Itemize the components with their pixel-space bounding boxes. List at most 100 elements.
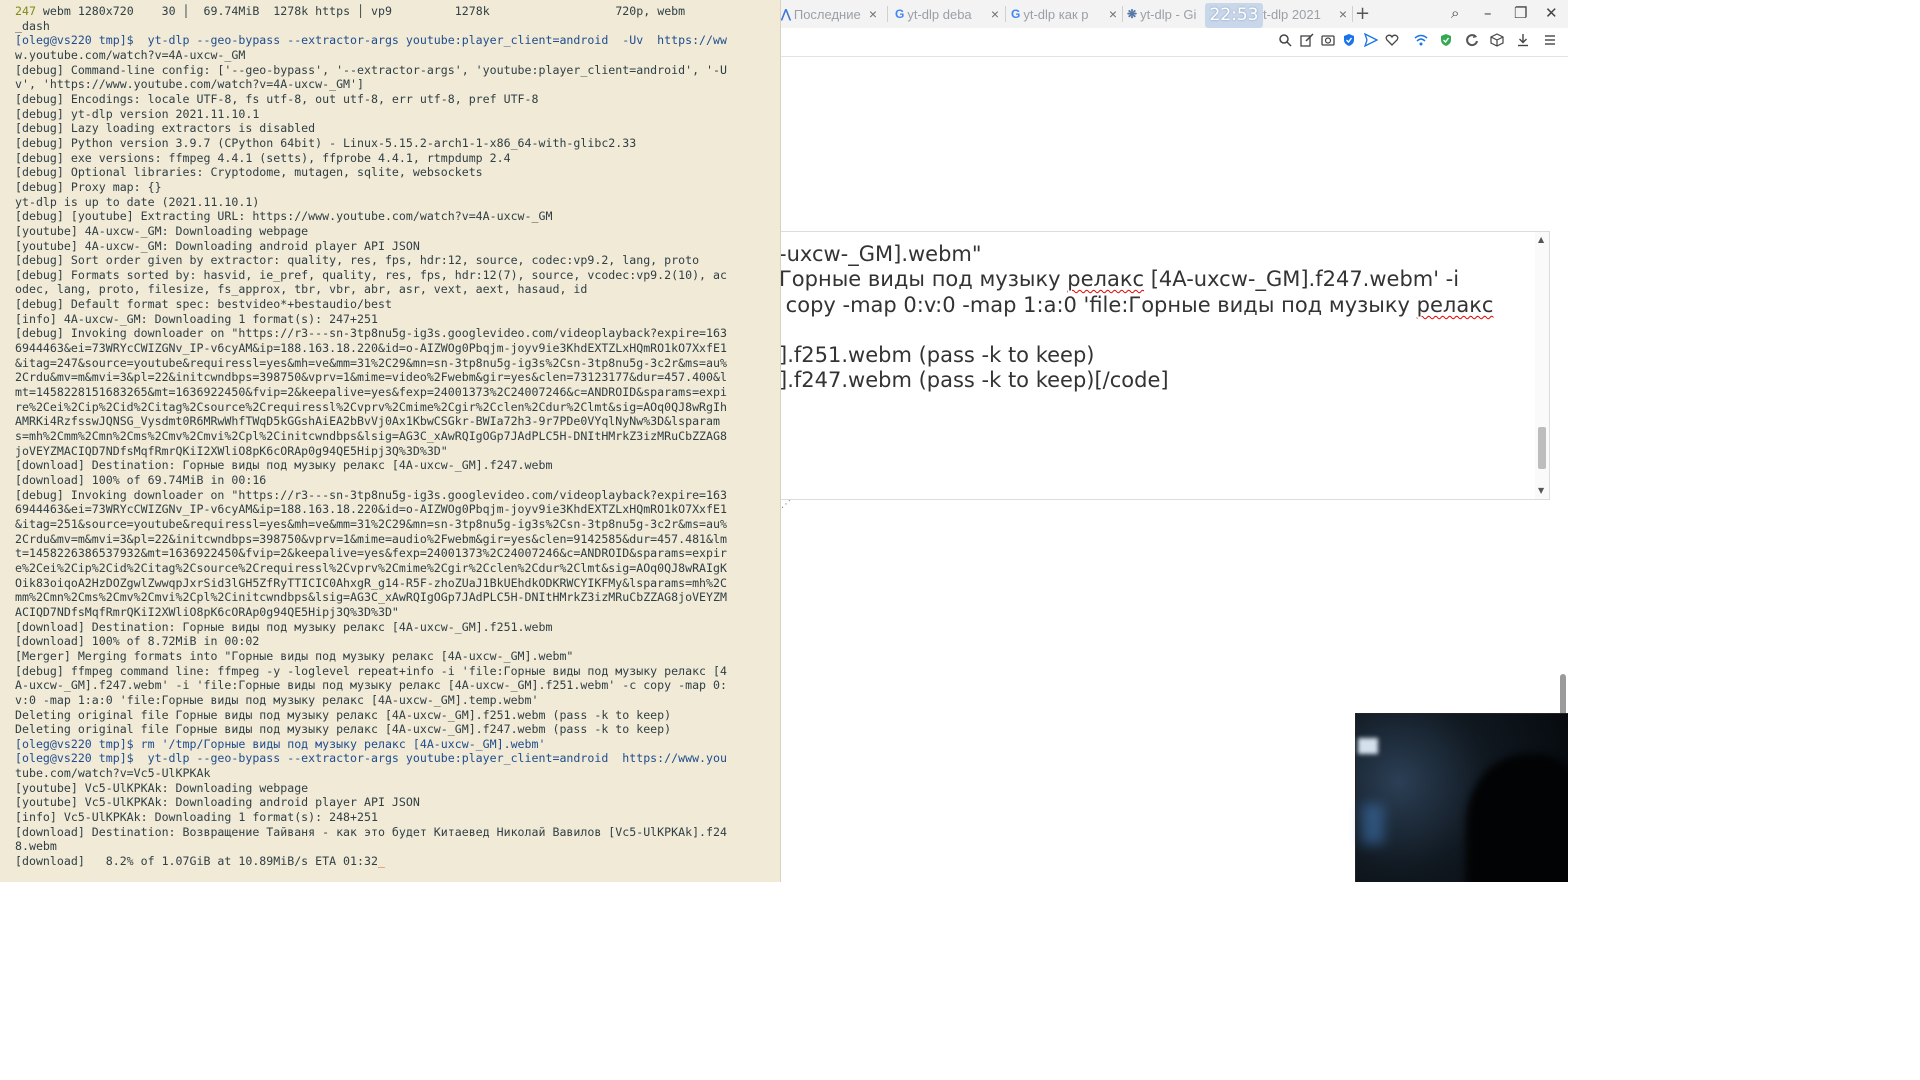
video-preview-window[interactable] [1355, 713, 1568, 882]
terminal-output-line: yt-dlp is up to date (2021.11.10.1) [15, 194, 260, 209]
terminal-output-line: w.youtube.com/watch?v=4A-uxcw-_GM [15, 47, 246, 62]
camera-icon[interactable] [1320, 33, 1336, 49]
terminal-output-line: e%2Cei%2Cip%2Cid%2Citag%2Csource%2Crequi… [15, 560, 727, 575]
terminal-output-line: [info] 4A-uxcw-_GM: Downloading 1 format… [15, 311, 378, 326]
tab-yt-dlp-2021[interactable]: t-dlp 2021 × [1263, 0, 1351, 28]
terminal-output-line: ACIQD7NDfsMqfRmrQKiI2XWliO8pK6cORAp0g94Q… [15, 604, 399, 619]
terminal-output-line: [youtube] 4A-uxcw-_GM: Downloading webpa… [15, 223, 309, 238]
terminal-output-line: [youtube] Vc5-UlKPKAk: Downloading webpa… [15, 780, 309, 795]
video-highlight [1358, 738, 1378, 754]
minimize-button[interactable]: – [1484, 4, 1492, 22]
terminal-output-line: v:0 -map 1:a:0 'file:Горные виды под муз… [15, 692, 539, 707]
new-tab-button[interactable]: + [1355, 3, 1370, 24]
browser-toolbar [781, 28, 1568, 57]
terminal-output-line: 2Crdu&mv=m&mvi=3&pl=22&initcwndbps=39875… [15, 370, 727, 385]
terminal-output-line: Oik83oiqoA2HzDOZgwlZwwqpJxrSid3lGH5ZfRyT… [15, 575, 727, 590]
scroll-up-icon[interactable]: ▲ [1538, 235, 1544, 244]
format-info: webm 1280x720 30 [35, 4, 183, 18]
editor-scroll-thumb[interactable] [1538, 427, 1546, 469]
close-window-button[interactable]: ✕ [1545, 4, 1558, 22]
terminal-output-line: [debug] Default format spec: bestvideo*+… [15, 297, 392, 312]
google-icon: G [895, 7, 905, 21]
editor-scrollbar[interactable]: ▲ ▼ [1535, 232, 1549, 499]
close-icon[interactable]: × [1339, 6, 1347, 22]
terminal-output-line: [debug] [youtube] Extracting URL: https:… [15, 209, 553, 224]
terminal-output-line: [debug] Lazy loading extractors is disab… [15, 121, 316, 136]
column-separator: │ [182, 4, 190, 18]
misspelled-word: релакс [1067, 267, 1145, 291]
terminal-output: _dash [oleg@vs220 tmp]$ yt-dlp --geo-bypa… [15, 19, 780, 869]
page-content: -uxcw-_GM].webm" Горные виды под музыку … [781, 57, 1568, 882]
zoom-icon[interactable] [1277, 33, 1293, 49]
heart-icon[interactable] [1384, 33, 1400, 49]
editor-text: [4A-uxcw-_GM].f247.webm' -i [1144, 267, 1460, 291]
tab-divider [1122, 6, 1123, 22]
terminal-output-line: 6944463&ei=73WRYcCWIZGNv_IP-v6cyAM&ip=18… [15, 502, 727, 517]
terminal-output-line: s=mh%2Cmm%2Cmn%2Cms%2Cmv%2Cmvi%2Cpl%2Cin… [15, 429, 727, 444]
terminal-output-line: mt=1458228151683265&mt=1636922450&fvip=2… [15, 385, 727, 400]
clock-overlay: 22:53 [1205, 3, 1263, 28]
download-icon[interactable] [1515, 33, 1531, 49]
bookmark-icon: ⋀ [781, 7, 791, 21]
adblock-shield-icon[interactable] [1438, 33, 1454, 49]
terminal-output-line: 6944463&ei=73WRYcCWIZGNv_IP-v6cyAM&ip=18… [15, 341, 727, 356]
format-id: 247 [15, 4, 36, 18]
close-icon[interactable]: × [869, 6, 877, 22]
terminal-window[interactable]: 247 webm 1280x720 30 │ 69.74MiB 1278k ht… [0, 0, 780, 882]
send-icon[interactable] [1363, 32, 1379, 49]
post-textarea[interactable]: -uxcw-_GM].webm" Горные виды под музыку … [781, 231, 1550, 500]
terminal-output-line: [debug] yt-dlp version 2021.11.10.1 [15, 106, 260, 121]
terminal-prompt-line: [oleg@vs220 tmp]$ yt-dlp --geo-bypass --… [15, 33, 727, 48]
menu-icon[interactable] [1542, 33, 1558, 49]
tab-label: yt-dlp - Gi [1140, 6, 1197, 22]
terminal-output-line: [debug] Sort order given by extractor: q… [15, 253, 700, 268]
terminal-output-line: [debug] ffmpeg command line: ffmpeg -y -… [15, 663, 727, 678]
terminal-output-line: [info] Vc5-UlKPKAk: Downloading 1 format… [15, 810, 378, 825]
terminal-output-line: [debug] Python version 3.9.7 (CPython 64… [15, 135, 637, 150]
terminal-output-line: tube.com/watch?v=Vc5-UlKPKAk [15, 766, 211, 781]
tab-yt-dlp-github[interactable]: ❋ yt-dlp - Gi [1127, 0, 1207, 28]
terminal-output-line: [youtube] 4A-uxcw-_GM: Downloading andro… [15, 238, 420, 253]
scroll-down-icon[interactable]: ▼ [1538, 486, 1544, 495]
video-highlight [1362, 804, 1384, 844]
terminal-output-line: re%2Cei%2Cip%2Cid%2Citag%2Csource%2Crequ… [15, 399, 727, 414]
close-icon[interactable]: × [991, 6, 999, 22]
google-icon: G [1011, 7, 1021, 21]
editor-line: ].f251.webm (pass -k to keep) [781, 343, 1095, 367]
tab-yt-dlp-debug[interactable]: G yt-dlp deba × [895, 0, 1003, 28]
close-icon[interactable]: × [1109, 6, 1117, 22]
editor-line: -uxcw-_GM].webm" [781, 242, 982, 266]
terminal-output-line: [download] Destination: Возвращение Тайв… [15, 824, 727, 839]
terminal-output-line: mm%2Cmn%2Cms%2Cmv%2Cmvi%2Cpl%2Cinitcwndb… [15, 590, 727, 605]
format-codec: vp9 1278k 720p, webm [364, 4, 686, 18]
tab-label: t-dlp 2021 [1263, 6, 1321, 22]
terminal-output-line: v', 'https://www.youtube.com/watch?v=4A-… [15, 77, 365, 92]
tab-recent[interactable]: ⋀ Последние × [781, 0, 881, 28]
terminal-output-line: [download] Destination: Горные виды под … [15, 619, 553, 634]
terminal-cursor: _ [377, 854, 385, 869]
github-icon: ❋ [1127, 7, 1138, 21]
terminal-output-line: &itag=251&source=youtube&requiressl=yes&… [15, 516, 727, 531]
shield-icon[interactable] [1341, 33, 1357, 49]
terminal-output-line: [debug] exe versions: ffmpeg 4.4.1 (sett… [15, 150, 511, 165]
tab-label: yt-dlp deba [907, 6, 972, 22]
terminal-output-line: [debug] Invoking downloader on "https://… [15, 487, 727, 502]
terminal-output-line: 8.webm [15, 839, 57, 854]
browser-window: ⋀ Последние × G yt-dlp deba × G yt-dlp к… [781, 0, 1568, 882]
tab-label: Последние [793, 6, 861, 22]
reload-extension-icon[interactable] [1464, 33, 1480, 49]
format-size: 69.74MiB 1278k https [189, 4, 358, 18]
tab-bar: ⋀ Последние × G yt-dlp deba × G yt-dlp к… [781, 0, 1568, 28]
terminal-output-line: A-uxcw-_GM].f247.webm' -i 'file:Горные в… [15, 678, 727, 693]
terminal-prompt-line: [oleg@vs220 tmp]$ yt-dlp --geo-bypass --… [15, 751, 727, 766]
resize-grip-icon[interactable]: ⋰ [781, 499, 791, 510]
cube-icon[interactable] [1489, 33, 1505, 49]
vpn-icon[interactable] [1413, 33, 1429, 49]
edit-icon[interactable] [1299, 33, 1315, 49]
search-tabs-icon[interactable]: ⌕ [1451, 4, 1459, 22]
restore-button[interactable]: ❐ [1514, 4, 1527, 22]
tab-yt-dlp-how[interactable]: G yt-dlp как р × [1011, 0, 1121, 28]
terminal-output-line: [download] 100% of 8.72MiB in 00:02 [15, 634, 260, 649]
terminal-output-line: [debug] Invoking downloader on "https://… [15, 326, 727, 341]
terminal-output-line: joVEYZMACIQD7NDfsMqfRmrQKiI2XWliO8pK6cOR… [15, 443, 448, 458]
